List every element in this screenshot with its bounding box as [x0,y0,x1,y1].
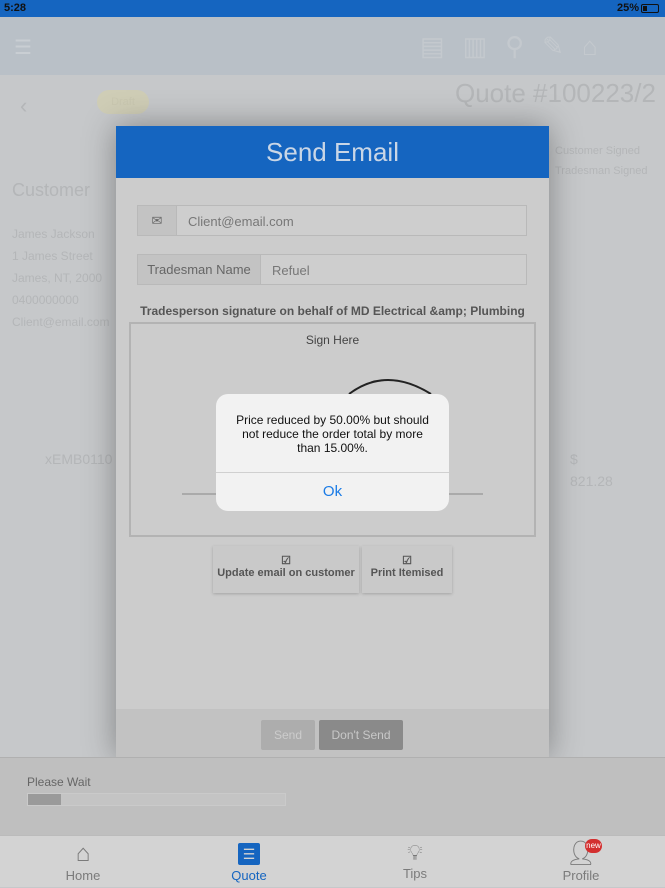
status-bar: 5:28 25% [0,0,665,17]
update-email-label: Update email on customer [217,567,355,579]
status-time: 5:28 [4,2,27,14]
ok-button[interactable]: Ok [216,472,449,511]
battery-icon [641,4,659,13]
tradesman-label: Tradesman Name [138,255,261,284]
progress-bar [27,793,286,806]
progress-panel: Please Wait [0,757,665,835]
signed-status: Customer Signed Tradesman Signed [555,141,648,181]
address-line-1: 1 James Street [12,249,93,263]
checkbox-icon: ☑ [402,555,412,567]
customer-name: James Jackson [12,227,95,241]
tab-label: Tips [402,866,428,881]
tab-label: Home [65,868,101,883]
tradesman-name-field[interactable]: Tradesman Name Refuel [137,254,527,285]
tab-home[interactable]: ⌂ Home [0,836,166,888]
item-amount: 821.28 [570,473,613,489]
print-itemised-label: Print Itemised [370,567,444,579]
app-header: ☰ ▤▥⚲✎⌂ [0,17,665,75]
update-email-toggle[interactable]: ☑ Update email on customer [213,546,359,593]
dont-send-button[interactable]: Don't Send [319,720,403,750]
tab-tips[interactable]: 💡︎ Tips [332,836,498,888]
alert-dialog: Price reduced by 50.00% but should not r… [216,394,449,511]
send-button[interactable]: Send [261,720,315,750]
tab-profile[interactable]: 👤︎ Profile new [498,836,664,888]
item-code: xEMB0110 [45,451,113,467]
progress-label: Please Wait [27,775,91,789]
tradesman-signed: Tradesman Signed [555,165,648,177]
modal-title: Send Email [116,126,549,178]
item-currency: $ [570,451,578,467]
modal-footer: Send Don't Send [116,709,549,757]
battery-level: 25% [617,2,640,14]
lightbulb-icon: 💡︎ [407,840,423,865]
envelope-icon: ✉ [138,206,177,235]
tab-quote[interactable]: ☰ Quote [166,836,332,888]
alert-message: Price reduced by 50.00% but should not r… [236,413,429,455]
print-itemised-toggle[interactable]: ☑ Print Itemised [362,546,452,593]
list-icon: ☰ [238,843,260,865]
customer-email: Client@email.com [12,315,110,329]
customer-heading: Customer [12,180,91,200]
customer-phone: 0400000000 [12,293,79,307]
toolbar-icons[interactable]: ▤▥⚲✎⌂ [420,31,616,62]
checkbox-icon: ☑ [281,555,291,567]
email-input[interactable]: Client@email.com [177,206,305,235]
customer-details: James Jackson 1 James Street James, NT, … [12,223,110,333]
menu-icon[interactable]: ☰ [14,35,32,60]
back-button[interactable]: ‹ [20,93,27,119]
quote-title: Quote #100223/2 [455,78,656,108]
signature-caption: Tradesperson signature on behalf of MD E… [140,304,525,318]
profile-icon: 👤︎ [565,840,597,867]
customer-signed: Customer Signed [555,145,640,157]
new-badge: new [585,839,602,853]
email-field[interactable]: ✉ Client@email.com [137,205,527,236]
tab-label: Quote [231,868,267,883]
tradesman-input[interactable]: Refuel [261,255,321,284]
progress-fill [28,794,62,805]
draft-badge: Draft [97,90,149,114]
address-line-2: James, NT, 2000 [12,271,103,285]
tab-label: Profile [562,868,600,883]
home-icon: ⌂ [75,840,91,867]
tab-bar: ⌂ Home ☰ Quote 💡︎ Tips 👤︎ Profile new [0,835,665,887]
